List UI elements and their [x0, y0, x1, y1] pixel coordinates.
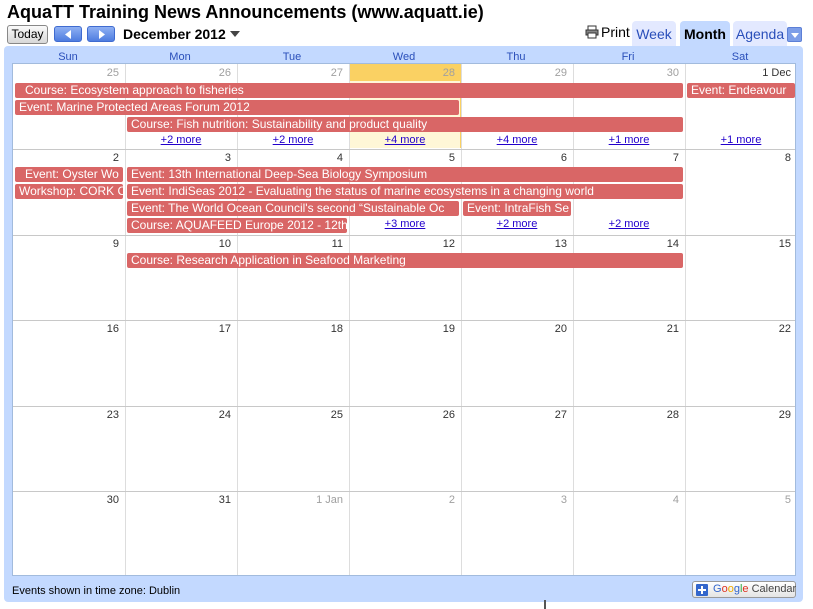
calendar-event[interactable]: Event: IntraFish Se — [463, 201, 571, 216]
calendar-event[interactable]: Event: 13th International Deep-Sea Biolo… — [127, 167, 683, 182]
day-number[interactable]: 10 — [125, 238, 231, 250]
day-number[interactable]: 26 — [125, 67, 231, 79]
day-number[interactable]: 20 — [461, 323, 567, 335]
calendar-event[interactable]: Course: Fish nutrition: Sustainability a… — [127, 117, 683, 132]
day-number[interactable]: 2 — [349, 494, 455, 506]
weekday-label: Mon — [169, 51, 191, 63]
more-events-link[interactable]: +3 more — [349, 218, 461, 230]
day-number[interactable]: 2 — [13, 152, 119, 164]
more-events-link[interactable]: +4 more — [461, 134, 573, 146]
day-number[interactable]: 19 — [349, 323, 455, 335]
day-number[interactable]: 17 — [125, 323, 231, 335]
calendar-event[interactable]: Event: Marine Protected Areas Forum 2012 — [15, 100, 459, 115]
month-grid: 25 26 27 28 29 30 1 Dec 2 3 4 5 6 7 8 9 … — [12, 63, 796, 576]
current-date-range: December 2012 — [123, 26, 226, 42]
day-number[interactable]: 30 — [573, 67, 679, 79]
more-events-link[interactable]: +1 more — [685, 134, 795, 146]
day-number[interactable]: 8 — [685, 152, 791, 164]
scrollbar-fragment — [544, 600, 546, 609]
grid-line — [13, 235, 795, 236]
weekday-label: Sun — [58, 51, 78, 63]
print-link[interactable]: Print — [585, 24, 630, 40]
more-events-link[interactable]: +2 more — [237, 134, 349, 146]
more-events-link[interactable]: +2 more — [461, 218, 573, 230]
day-number[interactable]: 23 — [13, 409, 119, 421]
day-number[interactable]: 12 — [349, 238, 455, 250]
tab-week[interactable]: Week — [632, 21, 676, 46]
more-events-link[interactable]: +4 more — [349, 134, 461, 146]
arrow-left-icon — [65, 30, 71, 39]
day-number[interactable]: 18 — [237, 323, 343, 335]
grid-line — [13, 149, 795, 150]
grid-line — [13, 491, 795, 492]
calendar-event[interactable]: Course: Ecosystem approach to fisheries — [15, 83, 683, 98]
next-month-button[interactable] — [87, 26, 115, 42]
printer-icon — [585, 25, 599, 39]
day-number[interactable]: 29 — [685, 409, 791, 421]
day-number[interactable]: 7 — [573, 152, 679, 164]
day-number[interactable]: 27 — [237, 67, 343, 79]
more-events-link[interactable]: +2 more — [573, 218, 685, 230]
weekday-label: Wed — [392, 51, 416, 63]
day-number[interactable]: 29 — [461, 67, 567, 79]
day-number[interactable]: 3 — [461, 494, 567, 506]
day-number[interactable]: 26 — [349, 409, 455, 421]
day-number[interactable]: 22 — [685, 323, 791, 335]
timezone-note: Events shown in time zone: Dublin — [12, 585, 181, 597]
google-logo-letter: e — [742, 583, 749, 595]
calendar-event[interactable]: Event: IndiSeas 2012 - Evaluating the st… — [127, 184, 683, 199]
day-number[interactable]: 21 — [573, 323, 679, 335]
weekday-label: Tue — [282, 51, 302, 63]
calendar-event[interactable]: Course: Research Application in Seafood … — [127, 253, 683, 268]
add-to-google-calendar-button[interactable]: Google Calendar — [692, 581, 796, 598]
google-logo-letter: G — [713, 583, 722, 595]
arrow-right-icon — [99, 30, 105, 39]
calendar-event[interactable]: Event: The World Ocean Council's second … — [127, 201, 459, 216]
calendar-event[interactable]: Workshop: CORK C — [15, 184, 123, 199]
day-number[interactable]: 16 — [13, 323, 119, 335]
day-number[interactable]: 30 — [13, 494, 119, 506]
more-events-link[interactable]: +1 more — [573, 134, 685, 146]
grid-line — [13, 406, 795, 407]
weekday-header: Sun Mon Tue Wed Thu Fri Sat — [12, 51, 796, 63]
view-menu-dropdown[interactable] — [787, 27, 802, 42]
previous-month-button[interactable] — [54, 26, 82, 42]
day-number[interactable]: 5 — [349, 152, 455, 164]
today-button[interactable]: Today — [7, 25, 48, 44]
day-number[interactable]: 31 — [125, 494, 231, 506]
calendar-word: Calendar — [751, 583, 797, 595]
day-number[interactable]: 27 — [461, 409, 567, 421]
more-events-link[interactable]: +2 more — [125, 134, 237, 146]
day-number[interactable]: 5 — [685, 494, 791, 506]
weekday-label: Thu — [506, 51, 526, 63]
day-number[interactable]: 24 — [125, 409, 231, 421]
day-number[interactable]: 4 — [237, 152, 343, 164]
plus-icon — [696, 584, 708, 596]
day-number[interactable]: 28 — [573, 409, 679, 421]
print-label: Print — [601, 24, 630, 40]
calendar-event[interactable]: Event: Oyster Wo — [15, 167, 123, 182]
tab-month[interactable]: Month — [680, 21, 730, 46]
calendar-event[interactable]: Event: Endeavour — [687, 83, 795, 98]
calendar-event[interactable]: Course: AQUAFEED Europe 2012 - 12th — [127, 218, 347, 233]
day-number[interactable]: 9 — [13, 238, 119, 250]
day-number[interactable]: 25 — [237, 409, 343, 421]
day-number[interactable]: 3 — [125, 152, 231, 164]
weekday-label: Sat — [731, 51, 749, 63]
day-number[interactable]: 1 Dec — [685, 67, 791, 79]
day-number[interactable]: 4 — [573, 494, 679, 506]
day-number[interactable]: 28 — [349, 67, 455, 79]
chevron-down-icon[interactable] — [230, 31, 240, 37]
day-number[interactable]: 14 — [573, 238, 679, 250]
day-number[interactable]: 1 Jan — [237, 494, 343, 506]
day-number[interactable]: 15 — [685, 238, 791, 250]
day-number[interactable]: 11 — [237, 238, 343, 250]
page-title: AquaTT Training News Announcements (www.… — [7, 2, 484, 22]
day-number[interactable]: 13 — [461, 238, 567, 250]
grid-line — [13, 320, 795, 321]
tab-agenda[interactable]: Agenda — [733, 21, 787, 46]
day-number[interactable]: 25 — [13, 67, 119, 79]
day-number[interactable]: 6 — [461, 152, 567, 164]
weekday-label: Fri — [621, 51, 635, 63]
